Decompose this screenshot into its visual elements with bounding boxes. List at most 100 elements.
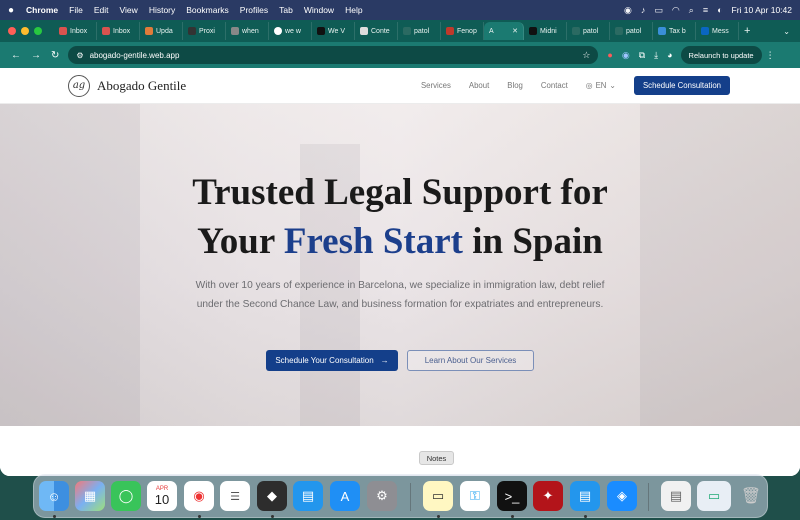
wifi-icon[interactable]: ◠ [672, 5, 680, 16]
menu-view[interactable]: View [120, 5, 138, 15]
menu-file[interactable]: File [69, 5, 83, 15]
tab-strip: Inbox Inbox Upda Proxi when we w We V Co… [0, 20, 800, 42]
hero-subtitle: With over 10 years of experience in Barc… [195, 280, 605, 310]
menu-help[interactable]: Help [345, 5, 362, 15]
bookmark-star-icon[interactable]: ☆ [582, 50, 590, 61]
safari-icon[interactable]: ◈ [607, 481, 637, 511]
messages-icon[interactable]: ◯ [111, 481, 141, 511]
clock[interactable]: Fri 10 Apr 10:42 [732, 5, 792, 15]
tab-patol-2[interactable]: patol [567, 22, 610, 40]
hero-title-line2-pre: Your [197, 221, 284, 262]
website-viewport: ag Abogado Gentile Services About Blog C… [0, 68, 800, 476]
search-icon[interactable]: ⌕ [689, 5, 694, 16]
calendar-icon[interactable]: APR 10 [147, 481, 177, 511]
reminders-icon[interactable]: ☰ [220, 481, 250, 511]
status-area: ◉ ♪ ▭ ◠ ⌕ ≡ ◐ Fri 10 Apr 10:42 [624, 5, 792, 16]
control-center-icon[interactable]: ≡ [703, 5, 708, 15]
tab-inbox-2[interactable]: Inbox [97, 22, 140, 40]
cube-app-icon[interactable]: ◆ [257, 481, 287, 511]
profile-avatar-icon[interactable]: ◕ [667, 50, 672, 60]
language-selector[interactable]: ◎ EN ⌄ [586, 81, 616, 90]
macos-dock: ☺ ▦ ◯ APR 10 ◉ ☰ ◆ ▤ A ⚙ ▭ ⚿ >_ ✦ ▤ ◈ ▤ … [33, 474, 768, 518]
tab-search-chevron-icon[interactable]: ⌄ [783, 27, 790, 36]
battery-icon[interactable]: ▭ [654, 5, 663, 16]
menu-profiles[interactable]: Profiles [240, 5, 268, 15]
menu-tab[interactable]: Tab [279, 5, 293, 15]
tab-when[interactable]: when [226, 22, 269, 40]
schedule-your-consultation-button[interactable]: Schedule Your Consultation → [266, 350, 398, 371]
docker-icon[interactable]: ▤ [293, 481, 323, 511]
system-settings-icon[interactable]: ⚙ [367, 481, 397, 511]
trash-icon[interactable]: 🗑 [736, 481, 766, 511]
notes-icon[interactable]: ▭ [423, 481, 453, 511]
apple-menu-icon[interactable]: ● [8, 5, 14, 16]
dock-separator [648, 483, 649, 511]
docker-icon[interactable]: ▤ [570, 481, 600, 511]
menu-edit[interactable]: Edit [94, 5, 109, 15]
forward-arrow-icon[interactable]: → [31, 50, 41, 61]
logo-mark[interactable]: ag [68, 74, 90, 97]
document-stack-icon[interactable]: ▤ [661, 481, 691, 511]
extension-icon[interactable]: ◉ [622, 50, 630, 61]
logo-text[interactable]: Abogado Gentile [97, 78, 186, 94]
tab-patol-1[interactable]: patol [398, 22, 441, 40]
primary-button-label: Schedule Your Consultation [275, 356, 374, 365]
terminal-icon[interactable]: >_ [497, 481, 527, 511]
more-menu-icon[interactable]: ⋮ [766, 50, 775, 61]
tab-inbox-1[interactable]: Inbox [54, 22, 97, 40]
site-info-icon[interactable]: ⚙ [76, 51, 83, 60]
nav-contact[interactable]: Contact [541, 81, 568, 90]
chrome-icon[interactable]: ◉ [184, 481, 214, 511]
menu-window[interactable]: Window [304, 5, 334, 15]
site-nav: Services About Blog Contact ◎ EN ⌄ [421, 81, 616, 90]
close-window-button[interactable] [8, 27, 16, 35]
nav-blog[interactable]: Blog [507, 81, 523, 90]
launchpad-icon[interactable]: ▦ [75, 481, 105, 511]
close-tab-icon[interactable]: ✕ [512, 27, 518, 35]
tab-conte[interactable]: Conte [355, 22, 398, 40]
acrobat-icon[interactable]: ✦ [533, 481, 563, 511]
extension-icon[interactable]: ● [607, 50, 612, 60]
finder-icon[interactable]: ☺ [39, 481, 69, 511]
tab-favicon-icon [317, 27, 325, 35]
tab-tax[interactable]: Tax b [653, 22, 696, 40]
relaunch-button[interactable]: Relaunch to update [680, 46, 762, 64]
menu-bookmarks[interactable]: Bookmarks [186, 5, 229, 15]
nav-about[interactable]: About [469, 81, 489, 90]
tab-patol-3[interactable]: patol [610, 22, 653, 40]
tab-favicon-icon [572, 27, 580, 35]
extensions-puzzle-icon[interactable]: ⧉ [639, 50, 645, 61]
google-icon [274, 27, 282, 35]
address-bar[interactable]: ⚙ abogado-gentile.web.app ☆ [68, 46, 599, 64]
reload-icon[interactable]: ↻ [51, 50, 59, 61]
back-arrow-icon[interactable]: ← [11, 50, 21, 61]
running-indicator [511, 515, 514, 518]
screenshot-icon[interactable]: ▭ [697, 481, 731, 511]
minimize-window-button[interactable] [21, 27, 29, 35]
tab-we-v[interactable]: We V [312, 22, 355, 40]
tab-we-w[interactable]: we w [269, 22, 312, 40]
tab-active-abogado[interactable]: A ✕ [484, 22, 524, 40]
menu-chrome[interactable]: Chrome [26, 5, 58, 15]
schedule-consultation-button[interactable]: Schedule Consultation [633, 76, 730, 95]
zoom-window-button[interactable] [34, 27, 42, 35]
tab-mess[interactable]: Mess [696, 22, 739, 40]
nav-services[interactable]: Services [421, 81, 451, 90]
tab-favicon-icon [188, 27, 196, 35]
tab-fenop[interactable]: Fenop [441, 22, 484, 40]
download-icon[interactable]: ⤓ [654, 50, 658, 61]
tab-update[interactable]: Upda [140, 22, 183, 40]
siri-icon[interactable]: ◐ [717, 5, 722, 15]
macos-menu-bar: ● Chrome File Edit View History Bookmark… [0, 0, 800, 20]
tab-midni[interactable]: Midni [524, 22, 567, 40]
menu-history[interactable]: History [149, 5, 175, 15]
site-header: ag Abogado Gentile Services About Blog C… [0, 68, 800, 104]
globe-icon: ◎ [585, 81, 593, 90]
tab-proxi[interactable]: Proxi [183, 22, 226, 40]
new-tab-button[interactable]: + [744, 25, 750, 37]
audio-icon[interactable]: ♪ [641, 5, 646, 15]
status-app-icon[interactable]: ◉ [624, 5, 632, 16]
keychain-icon[interactable]: ⚿ [460, 481, 490, 511]
learn-about-services-button[interactable]: Learn About Our Services [407, 350, 534, 371]
app-store-icon[interactable]: A [330, 481, 360, 511]
